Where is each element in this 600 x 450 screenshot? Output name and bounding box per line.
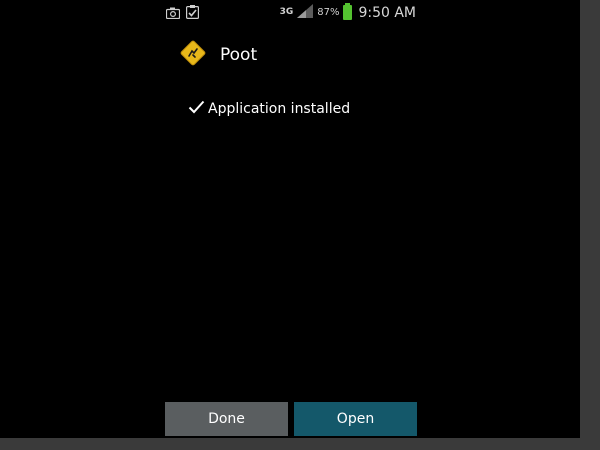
install-status: Application installed	[188, 99, 350, 118]
open-button[interactable]: Open	[294, 402, 417, 436]
camera-icon	[165, 4, 181, 23]
clipboard-check-icon	[186, 4, 200, 23]
network-type: 3G	[279, 7, 294, 17]
screen: 3G 87% 9:50 AM Poot Application installe…	[0, 0, 580, 440]
clock: 9:50 AM	[358, 4, 416, 21]
status-bar-notifications	[165, 4, 200, 23]
install-status-text: Application installed	[208, 100, 351, 117]
checkmark-icon	[188, 99, 205, 118]
frame-border-bottom	[0, 438, 600, 450]
done-button[interactable]: Done	[165, 402, 288, 436]
signal-strength-icon	[297, 3, 314, 22]
poot-app-icon	[180, 40, 206, 70]
battery-icon	[343, 3, 353, 20]
app-name: Poot	[220, 45, 258, 65]
frame-border-right	[580, 0, 600, 450]
battery-percent: 87%	[317, 7, 340, 18]
status-bar: 3G 87% 9:50 AM	[160, 0, 420, 24]
app-header: Poot	[180, 40, 257, 70]
status-bar-system: 3G 87% 9:50 AM	[280, 3, 416, 22]
